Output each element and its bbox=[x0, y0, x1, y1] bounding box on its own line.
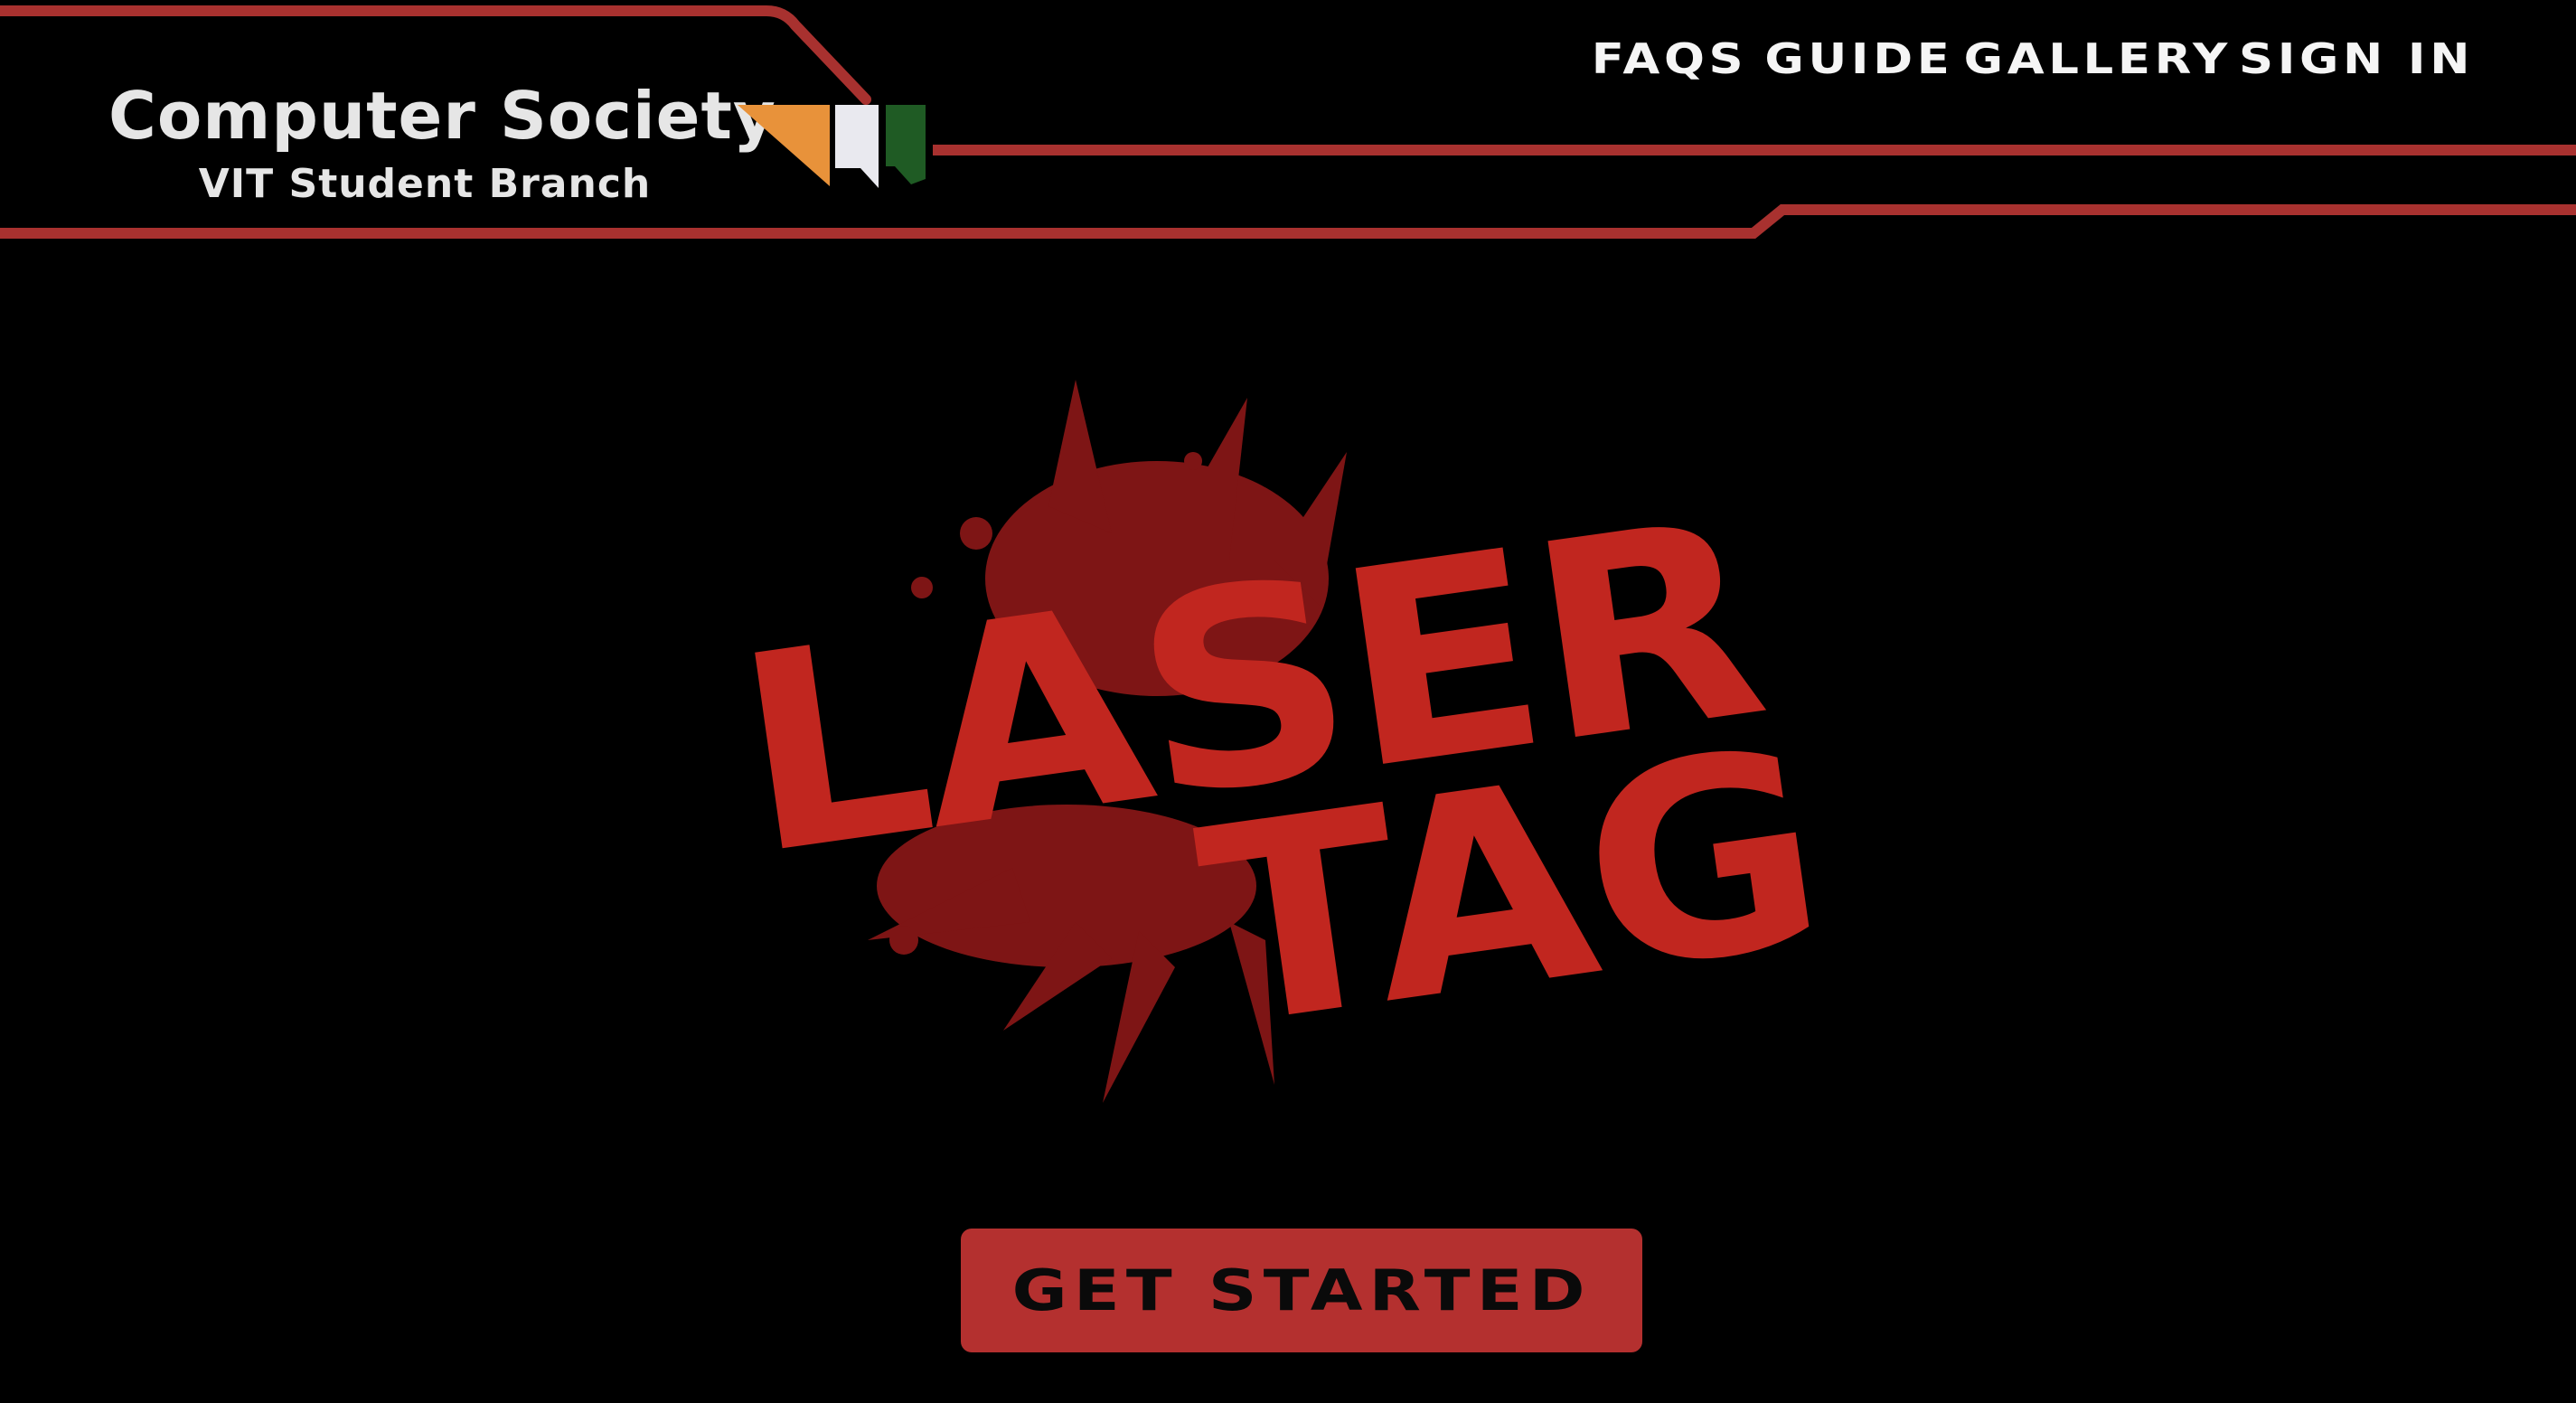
get-started-label: GET STARTED bbox=[1011, 1257, 1592, 1323]
nav-sign-in-link[interactable]: SIGN IN bbox=[2239, 34, 2474, 83]
brand-subtitle: VIT Student Branch bbox=[198, 161, 652, 207]
nav-guide-link[interactable]: GUIDE bbox=[1765, 34, 1954, 83]
laser-tag-logo: LASER TAG bbox=[720, 380, 1837, 1103]
landing-page: Computer Society VIT Student Branch FAQS… bbox=[0, 0, 2576, 1403]
nav-faqs-link[interactable]: FAQS bbox=[1592, 34, 1747, 83]
main-nav: FAQS GUIDE GALLERY SIGN IN bbox=[1592, 34, 2469, 83]
nav-gallery-link[interactable]: GALLERY bbox=[1964, 34, 2232, 83]
tricolor-chevron-icon bbox=[738, 105, 926, 188]
brand-block[interactable]: Computer Society VIT Student Branch bbox=[108, 78, 776, 207]
brand-title: Computer Society bbox=[108, 78, 776, 154]
get-started-button[interactable]: GET STARTED bbox=[961, 1229, 1642, 1352]
